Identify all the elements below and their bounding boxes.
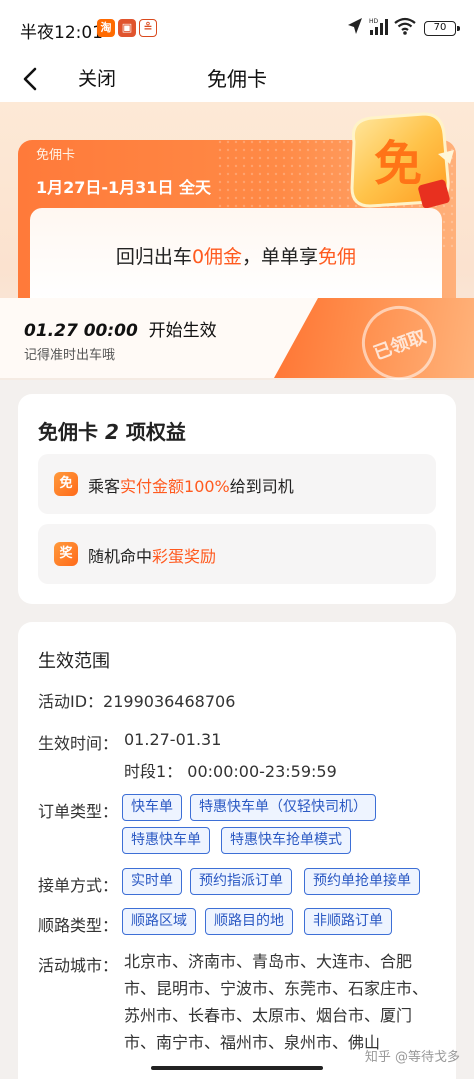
location-icon xyxy=(348,18,362,34)
signal-icon: HD xyxy=(369,18,388,35)
status-icons: HD 70 xyxy=(346,16,460,40)
effect-time-label: 生效时间： xyxy=(38,734,119,753)
page-title: 免佣卡 xyxy=(207,67,267,91)
benefit-text: 随机命中彩蛋奖励 xyxy=(88,547,217,566)
wifi-icon xyxy=(394,17,416,35)
slogan-text: 回归出车0佣金，单单享免佣 xyxy=(115,246,357,268)
reward-icon: 奖 xyxy=(54,542,78,566)
route-type-chip: 顺路目的地 xyxy=(205,908,293,935)
accept-mode-label: 接单方式： xyxy=(38,876,119,895)
benefits-card: 免佣卡 2 项权益 免 乘客实付金额100%给到司机 奖 随机命中彩蛋奖励 xyxy=(18,394,456,604)
effect-reminder: 记得准时出车哦 xyxy=(24,348,116,363)
status-time: 半夜12:01 xyxy=(20,23,103,43)
game-app-icon: ▣ xyxy=(118,19,136,37)
city-list: 北京市、济南市、青岛市、大连市、合肥市、昆明市、宁波市、东莞市、石家庄市、苏州市… xyxy=(124,952,429,1052)
nav-bar: 关闭 免佣卡 xyxy=(0,56,474,102)
benefits-title: 免佣卡 2 项权益 xyxy=(38,420,186,444)
hero-section: 免佣卡 1月27日-1月31日 全天 免 回归出车0佣金，单单享免佣 01.27… xyxy=(0,102,474,391)
activity-id-row: 活动ID：2199036468706 xyxy=(38,692,236,711)
order-type-chip: 特惠快车抢单模式 xyxy=(221,827,351,854)
accept-mode-chip: 预约指派订单 xyxy=(190,868,292,895)
order-type-chip: 特惠快车单 xyxy=(122,827,210,854)
effect-date: 01.27-01.31 xyxy=(124,730,222,749)
order-type-chip: 快车单 xyxy=(122,794,182,821)
route-type-chip: 非顺路订单 xyxy=(304,908,392,935)
benefit-item: 免 乘客实付金额100%给到司机 xyxy=(38,454,436,514)
scope-title: 生效范围 xyxy=(38,651,110,672)
slogan-panel: 回归出车0佣金，单单享免佣 xyxy=(30,208,442,300)
battery-indicator: 70 xyxy=(424,21,460,36)
taobao-app-icon: 淘 xyxy=(97,19,115,37)
route-type-label: 顺路类型： xyxy=(38,916,119,935)
accept-mode-chip: 预约单抢单接单 xyxy=(304,868,420,895)
benefit-text: 乘客实付金额100%给到司机 xyxy=(88,477,294,496)
free-icon: 免 xyxy=(54,472,78,496)
status-bar: 半夜12:01 淘 ▣ ≗ HD 70 xyxy=(0,0,474,56)
card-tag: 免佣卡 xyxy=(36,148,76,163)
scope-card: 生效范围 活动ID：2199036468706 生效时间： 01.27-01.3… xyxy=(18,622,456,1079)
route-type-chip: 顺路区域 xyxy=(122,908,196,935)
notification-app-icon: ≗ xyxy=(139,19,157,37)
order-type-chip: 特惠快车单（仅轻快司机） xyxy=(190,794,376,821)
order-type-label: 订单类型： xyxy=(38,802,119,821)
benefit-item: 奖 随机命中彩蛋奖励 xyxy=(38,524,436,584)
card-date-range: 1月27日-1月31日 全天 xyxy=(36,178,212,197)
svg-text:免: 免 xyxy=(374,136,422,192)
city-label: 活动城市： xyxy=(38,956,119,975)
effect-slot: 时段1： 00:00:00-23:59:59 xyxy=(124,762,337,781)
effect-strip: 01.27 00:00 开始生效 记得准时出车哦 已领取 xyxy=(0,295,474,391)
watermark: 知乎 @等待戈多 xyxy=(364,1050,460,1065)
accept-mode-chip: 实时单 xyxy=(122,868,182,895)
home-indicator[interactable] xyxy=(151,1066,323,1070)
effect-start-time: 01.27 00:00 开始生效 xyxy=(24,321,217,341)
svg-text:HD: HD xyxy=(369,18,379,25)
